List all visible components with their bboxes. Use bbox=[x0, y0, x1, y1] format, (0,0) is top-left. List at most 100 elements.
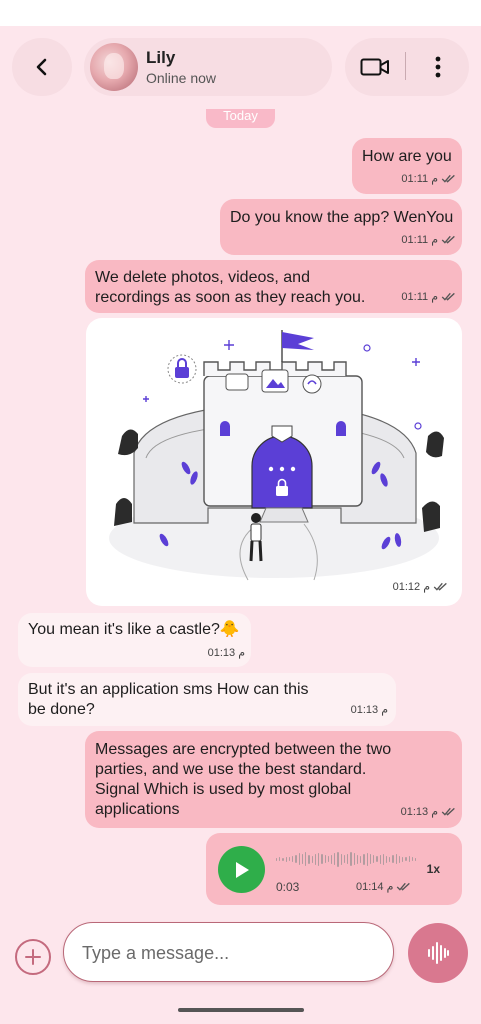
waveform-bar bbox=[292, 856, 294, 862]
more-vertical-icon bbox=[435, 56, 441, 78]
double-check-icon bbox=[441, 807, 455, 816]
message-meta: 01:12 م bbox=[393, 580, 448, 593]
waveform-bar bbox=[408, 856, 410, 862]
more-options-button[interactable] bbox=[421, 50, 455, 84]
message-time: 01:13 م bbox=[207, 647, 245, 659]
message-meta: 01:14 م bbox=[356, 880, 411, 893]
waveform-bar bbox=[385, 855, 388, 863]
message-time: 01:12 م bbox=[392, 581, 430, 593]
message-time: 01:11 م bbox=[401, 173, 438, 185]
video-call-icon bbox=[360, 58, 389, 76]
audio-waveform[interactable] bbox=[276, 847, 417, 871]
message-meta: 01:11 م bbox=[401, 233, 456, 246]
message-bubble-incoming[interactable]: You mean it's like a castle?🐥 01:13 م bbox=[18, 613, 251, 667]
double-check-icon bbox=[441, 174, 455, 183]
waveform-bar bbox=[288, 857, 291, 861]
message-meta: 01:13 م bbox=[401, 805, 456, 818]
message-bubble-outgoing[interactable]: Messages are encrypted between the two p… bbox=[85, 731, 462, 828]
waveform-bar bbox=[350, 852, 352, 866]
message-time: 01:13 م bbox=[400, 806, 438, 818]
message-bubble-outgoing[interactable]: Do you know the app? WenYou 01:11 م bbox=[220, 199, 462, 255]
message-meta: 01:13 م bbox=[351, 703, 388, 716]
message-meta: 01:13 م bbox=[208, 646, 245, 659]
message-text: But it's an application sms How can this… bbox=[28, 681, 309, 718]
waveform-bar bbox=[402, 856, 404, 862]
message-input[interactable] bbox=[80, 935, 374, 971]
waveform-bar bbox=[308, 854, 310, 864]
waveform-bar bbox=[327, 856, 329, 862]
waveform-bar bbox=[321, 854, 323, 864]
message-text: You mean it's like a castle?🐥 bbox=[28, 621, 240, 638]
waveform-bar bbox=[363, 853, 365, 865]
add-icon bbox=[25, 949, 41, 965]
image-message[interactable]: 01:12 م bbox=[86, 318, 462, 606]
message-time: 01:13 م bbox=[350, 704, 388, 716]
waveform-bar bbox=[382, 853, 384, 865]
add-attachment-button[interactable] bbox=[15, 939, 51, 975]
double-check-icon bbox=[433, 582, 447, 591]
waveform-bar bbox=[295, 855, 297, 863]
waveform-bar bbox=[305, 852, 307, 866]
waveform-bar bbox=[360, 855, 362, 863]
date-separator: Today bbox=[206, 109, 275, 128]
waveform-bar bbox=[398, 855, 401, 863]
message-text: Do you know the app? WenYou bbox=[230, 209, 454, 226]
contact-info[interactable]: Lily Online now bbox=[84, 38, 332, 96]
message-input-container bbox=[63, 922, 394, 982]
home-indicator bbox=[178, 1008, 304, 1012]
voice-record-icon bbox=[428, 942, 449, 964]
waveform-bar bbox=[373, 855, 375, 863]
header-actions bbox=[345, 38, 469, 96]
back-icon bbox=[36, 58, 47, 76]
double-check-icon bbox=[441, 292, 455, 301]
waveform-bar bbox=[334, 853, 336, 865]
message-time: 01:14 م bbox=[356, 881, 394, 893]
message-bubble-outgoing[interactable]: How are you 01:11 م bbox=[352, 138, 462, 194]
contact-name: Lily bbox=[146, 48, 176, 67]
waveform-bar bbox=[347, 854, 349, 864]
waveform-bar bbox=[285, 856, 287, 862]
message-text: We delete photos, videos, and recordings… bbox=[95, 269, 366, 306]
waveform-bar bbox=[324, 855, 326, 863]
actions-divider bbox=[405, 52, 406, 80]
play-button[interactable] bbox=[218, 846, 265, 893]
waveform-bar bbox=[337, 851, 339, 867]
waveform-bar bbox=[395, 854, 397, 864]
waveform-bar bbox=[366, 852, 368, 866]
message-bubble-incoming[interactable]: But it's an application sms How can this… bbox=[18, 673, 396, 726]
waveform-bar bbox=[343, 855, 346, 863]
contact-status: Online now bbox=[146, 70, 217, 86]
waveform-bar bbox=[405, 857, 407, 861]
waveform-bar bbox=[318, 852, 320, 866]
video-call-button[interactable] bbox=[357, 52, 393, 82]
status-bar bbox=[0, 0, 481, 26]
double-check-icon bbox=[441, 235, 455, 244]
waveform-bar bbox=[330, 854, 333, 864]
waveform-bar bbox=[392, 855, 394, 863]
double-check-icon bbox=[397, 882, 411, 891]
voice-record-button[interactable] bbox=[408, 923, 468, 983]
play-icon bbox=[235, 861, 249, 878]
waveform-bar bbox=[340, 853, 342, 865]
waveform-bar bbox=[389, 856, 391, 862]
avatar[interactable] bbox=[90, 43, 138, 91]
waveform-bar bbox=[301, 854, 304, 864]
waveform-bar bbox=[415, 857, 417, 861]
voice-message[interactable]: 0:03 01:14 م 1x bbox=[206, 833, 462, 905]
waveform-bar bbox=[369, 854, 372, 864]
waveform-bar bbox=[379, 854, 381, 864]
waveform-bar bbox=[298, 853, 300, 865]
message-text: How are you bbox=[362, 148, 452, 165]
waveform-bar bbox=[276, 857, 278, 861]
back-button[interactable] bbox=[12, 38, 72, 96]
message-meta: 01:11 م bbox=[401, 172, 456, 185]
waveform-bar bbox=[314, 853, 317, 865]
message-time: 01:11 م bbox=[401, 234, 438, 246]
chat-header: Lily Online now bbox=[0, 26, 481, 108]
waveform-bar bbox=[279, 857, 281, 861]
message-text: Messages are encrypted between the two p… bbox=[95, 741, 392, 818]
message-time: 01:11 م bbox=[401, 291, 438, 303]
message-meta: 01:11 م bbox=[401, 290, 456, 303]
playback-speed-button[interactable]: 1x bbox=[427, 862, 440, 876]
message-bubble-outgoing[interactable]: We delete photos, videos, and recordings… bbox=[85, 260, 462, 313]
